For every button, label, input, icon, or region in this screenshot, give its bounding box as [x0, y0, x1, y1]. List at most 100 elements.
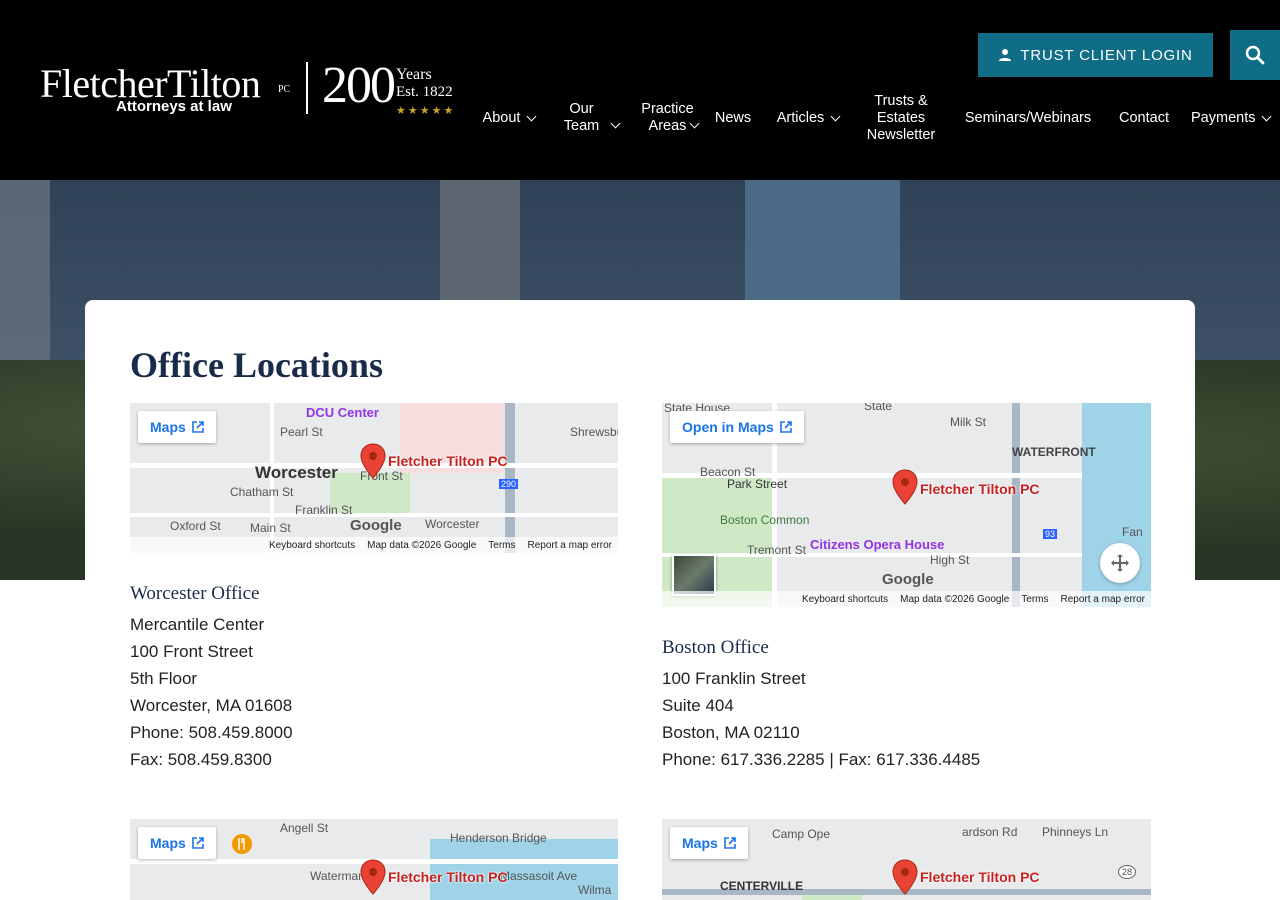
centerville-map[interactable]: Camp Ope ardson Rd Phinneys Ln CENTERVIL… [662, 819, 1151, 900]
open-in-maps-label: Maps [682, 835, 718, 851]
phone-fax-line[interactable]: Phone: 617.336.2285 | Fax: 617.336.4485 [662, 746, 980, 773]
map-pin-icon[interactable] [892, 469, 918, 505]
report-map-error-link[interactable]: Report a map error [528, 540, 612, 551]
keyboard-shortcuts-link[interactable]: Keyboard shortcuts [269, 540, 355, 551]
map-street: Wilma [578, 883, 612, 897]
nav-item-articles[interactable]: Articles [766, 88, 850, 148]
map-footer: Keyboard shortcuts Map data ©2026 Google… [662, 591, 1151, 607]
map-street: Angell St [280, 821, 329, 835]
map-city-label: Worcester [255, 463, 338, 482]
map-district-label: CENTERVILLE [720, 879, 804, 893]
map-street: Tremont St [747, 543, 806, 557]
map-street: Oxford St [170, 519, 221, 533]
map-road [662, 553, 1082, 557]
terms-link[interactable]: Terms [488, 540, 515, 551]
map-highway [505, 403, 515, 553]
highway-shield: 28 [1118, 865, 1137, 879]
boston-map[interactable]: State House State Milk St WATERFRONT Bea… [662, 403, 1151, 607]
worcester-office-address: Mercantile Center 100 Front Street 5th F… [130, 611, 293, 773]
nav-label: About [482, 109, 521, 126]
nav-label: Seminars/Webinars [964, 109, 1092, 126]
worcester-map[interactable]: Pearl St Worcester Chatham St Franklin S… [130, 403, 618, 553]
terms-link[interactable]: Terms [1021, 594, 1048, 605]
map-pin-icon[interactable] [360, 859, 386, 895]
trust-client-login-label: TRUST CLIENT LOGIN [1020, 46, 1193, 64]
nav-label: Articles [776, 109, 825, 126]
address-line: Suite 404 [662, 696, 734, 715]
map-street: Chatham St [230, 485, 294, 499]
main-nav: About Our Team Practice Areas News Artic… [0, 88, 1280, 148]
nav-label: News [714, 109, 752, 126]
open-in-maps-button[interactable]: Maps [670, 827, 748, 859]
address-line: 100 Front Street [130, 642, 253, 661]
map-pin-label: Fletcher Tilton PC [388, 453, 508, 469]
map-pin-label: Fletcher Tilton PC [920, 869, 1040, 885]
fax-line: Fax: 508.459.8300 [130, 750, 272, 769]
map-pin-icon[interactable] [360, 443, 386, 479]
nav-item-newsletter[interactable]: Trusts & Estates Newsletter [856, 88, 946, 148]
open-in-maps-button[interactable]: Open in Maps [670, 411, 804, 443]
map-street: Shrewsbury [570, 425, 618, 439]
map-street: ardson Rd [962, 825, 1018, 839]
map-street: Franklin St [295, 503, 353, 517]
nav-label: Trusts & Estates Newsletter [866, 92, 936, 143]
highway-shield: 93 [1043, 529, 1058, 539]
google-logo: Google [350, 517, 402, 534]
chevron-down-icon [610, 118, 620, 128]
report-map-error-link[interactable]: Report a map error [1061, 594, 1145, 605]
map-street: State [864, 403, 893, 413]
site-header: FletcherTilton PC Attorneys at law 200 Y… [0, 0, 1280, 180]
highway-shield: 290 [499, 479, 519, 489]
open-in-maps-button[interactable]: Maps [138, 411, 216, 443]
address-line: Boston, MA 02110 [662, 723, 800, 742]
open-in-maps-label: Open in Maps [682, 419, 774, 435]
keyboard-shortcuts-link[interactable]: Keyboard shortcuts [802, 594, 888, 605]
map-street: Milk St [950, 415, 986, 429]
address-line: Worcester, MA 01608 [130, 696, 293, 715]
user-icon [999, 49, 1012, 61]
map-place: Citizens Opera House [810, 537, 945, 552]
locations-card: Office Locations Pearl St Worcester Chat… [85, 300, 1195, 900]
map-park-label: Boston Common [720, 513, 810, 527]
map-data-text: Map data ©2026 Google [367, 539, 477, 551]
map-street: High St [930, 553, 970, 567]
map-street: Main St [250, 521, 291, 535]
open-in-maps-label: Maps [150, 835, 186, 851]
google-logo: Google [882, 571, 934, 588]
external-link-icon [191, 421, 204, 433]
external-link-icon [191, 837, 204, 849]
open-in-maps-button[interactable]: Maps [138, 827, 216, 859]
address-line: 100 Franklin Street [662, 669, 806, 688]
nav-item-our-team[interactable]: Our Team [556, 88, 622, 148]
chevron-down-icon [830, 111, 841, 121]
worcester-office-title: Worcester Office [130, 583, 260, 604]
map-pin-label: Fletcher Tilton PC [388, 869, 508, 885]
restaurant-icon [232, 834, 252, 854]
providence-map[interactable]: Angell St Henderson Bridge Waterman St M… [130, 819, 618, 900]
map-place: DCU Center [306, 405, 379, 420]
nav-item-payments[interactable]: Payments [1186, 88, 1280, 148]
map-pin-icon[interactable] [892, 859, 918, 895]
fullscreen-icon [1111, 554, 1129, 572]
satellite-view-toggle[interactable] [672, 554, 716, 596]
search-button[interactable] [1230, 30, 1280, 80]
map-street: Worcester [425, 517, 480, 531]
trust-client-login-button[interactable]: TRUST CLIENT LOGIN [978, 33, 1213, 77]
map-street: Park Street [727, 477, 788, 491]
nav-label: Payments [1191, 109, 1256, 126]
chevron-down-icon [527, 111, 537, 121]
boston-office-address: 100 Franklin Street Suite 404 Boston, MA… [662, 665, 980, 773]
map-fullscreen-button[interactable] [1100, 543, 1140, 583]
external-link-icon [723, 837, 736, 849]
nav-item-seminars[interactable]: Seminars/Webinars [952, 88, 1104, 148]
map-data-text: Map data ©2026 Google [900, 593, 1010, 605]
nav-item-news[interactable]: News [708, 88, 758, 148]
map-street: Phinneys Ln [1042, 825, 1109, 839]
map-park [802, 895, 862, 900]
nav-item-contact[interactable]: Contact [1110, 88, 1178, 148]
chevron-down-icon [1262, 111, 1272, 121]
nav-item-about[interactable]: About [470, 88, 548, 148]
page-title: Office Locations [130, 345, 383, 385]
nav-item-practice-areas[interactable]: Practice Areas [632, 88, 704, 148]
phone-line[interactable]: Phone: 508.459.8000 [130, 719, 293, 746]
